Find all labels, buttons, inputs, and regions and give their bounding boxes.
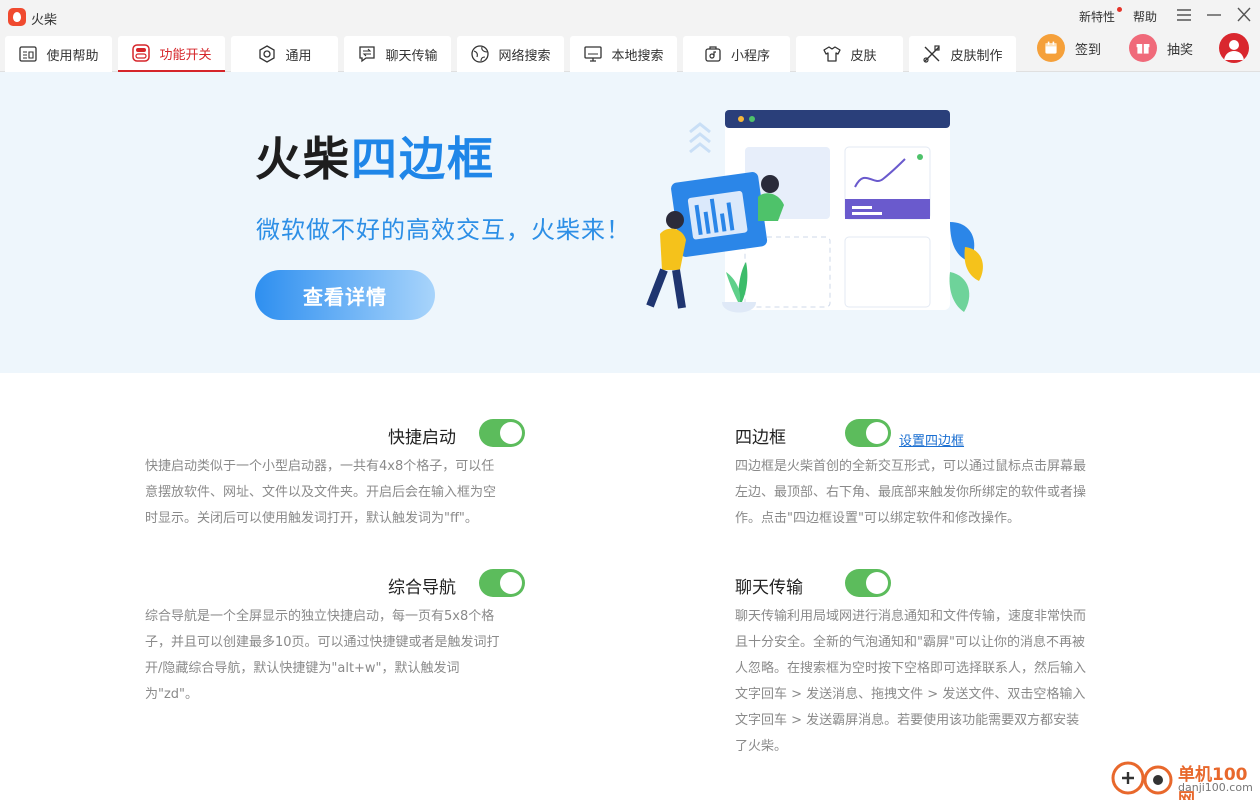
tab-general[interactable]: 通用 <box>231 36 338 72</box>
description-line: 文字回车 > 发送消息、拖拽文件 > 发送文件、双击空格输入 <box>735 687 1086 702</box>
tab-label: 皮肤 <box>850 48 877 64</box>
description-line: 左边、最顶部、右下角、最底部来触发你所绑定的软件或者操 <box>735 485 1087 500</box>
description-line: 人忽略。在搜索框为空时按下空格即可选择联系人，然后输入 <box>735 661 1087 676</box>
description-line: 且十分安全。全新的气泡通知和"霸屏"可以让你的消息不再被 <box>735 635 1085 650</box>
tab-skin[interactable]: 皮肤 <box>796 36 903 72</box>
description-line: 聊天传输利用局域网进行消息通知和文件传输，速度非常快而 <box>735 609 1087 624</box>
description-line: 为"zd"。 <box>145 687 199 702</box>
new-features-link[interactable]: 新特性 <box>1079 8 1115 25</box>
minimize-icon[interactable] <box>1204 6 1224 24</box>
headline-dark: 火柴 <box>255 132 351 186</box>
toggle-knob <box>866 422 888 444</box>
tab-label: 网络搜索 <box>498 48 551 64</box>
description-line: 了火柴。 <box>735 739 788 754</box>
lottery-label: 抽奖 <box>1167 42 1194 58</box>
description-line: 子，并且可以创建最多10页。可以通过快捷键或者是触发词打 <box>145 635 500 650</box>
description-line: 综合导航是一个全屏显示的独立快捷启动，每一页有5x8个格 <box>145 609 495 624</box>
toggle-knob <box>866 572 888 594</box>
four-edge-toggle[interactable] <box>845 419 891 447</box>
calendar-icon <box>1037 34 1065 62</box>
app-window: 火柴 新特性 帮助 使用帮助 功能开关 通用 聊天传输 网络搜索 本地搜索 小程… <box>0 0 1260 800</box>
close-icon[interactable] <box>1234 6 1254 24</box>
description-line: 开/隐藏综合导航，默认快捷键为"alt+w"，默认触发词 <box>145 661 460 676</box>
quick-launch-toggle[interactable] <box>479 419 525 447</box>
tab-mini-program[interactable]: 小程序 <box>683 36 790 72</box>
tab-chat-transfer[interactable]: 聊天传输 <box>344 36 451 72</box>
globe-icon <box>470 44 490 64</box>
description-line: 四边框是火柴首创的全新交互形式，可以通过鼠标点击屏幕最 <box>735 459 1087 474</box>
four-edge-description: 四边框是火柴首创的全新交互形式，可以通过鼠标点击屏幕最 左边、最顶部、右下角、最… <box>735 454 1086 532</box>
quick-launch-description: 快捷启动类似于一个小型启动器，一共有4x8个格子，可以任 意摆放软件、网址、文件… <box>145 454 496 532</box>
new-badge-dot <box>1117 7 1122 12</box>
chat-transfer-title: 聊天传输 <box>735 578 803 598</box>
quick-launch-title: 快捷启动 <box>388 428 456 448</box>
promo-banner: 火柴四边框 微软做不好的高效交互，火柴来！ 查看详情 <box>0 72 1260 373</box>
gift-icon <box>1129 34 1157 62</box>
tab-local-search[interactable]: 本地搜索 <box>570 36 677 72</box>
description-line: 快捷启动类似于一个小型启动器，一共有4x8个格子，可以任 <box>145 459 495 474</box>
help-link[interactable]: 帮助 <box>1133 8 1157 25</box>
tshirt-icon <box>822 44 842 64</box>
title-bar: 火柴 新特性 帮助 <box>0 0 1260 34</box>
description-line: 文字回车 > 发送霸屏消息。若要使用该功能需要双方都安装 <box>735 713 1080 728</box>
tab-feature-toggles[interactable]: 功能开关 <box>118 36 225 72</box>
banner-subline: 微软做不好的高效交互，火柴来！ <box>256 216 631 244</box>
tab-label: 聊天传输 <box>385 48 438 64</box>
mini-program-icon <box>703 44 723 64</box>
configure-four-edge-link[interactable]: 设置四边框 <box>899 430 964 449</box>
tools-icon <box>922 44 942 64</box>
tab-label: 通用 <box>285 48 312 64</box>
toggle-knob <box>500 422 522 444</box>
watermark-url: danji100.com <box>1178 781 1253 794</box>
hexagon-settings-icon <box>257 44 277 64</box>
navigation-toggle[interactable] <box>479 569 525 597</box>
chat-transfer-description: 聊天传输利用局域网进行消息通知和文件传输，速度非常快而 且十分安全。全新的气泡通… <box>735 604 1086 760</box>
tab-strip: 使用帮助 功能开关 通用 聊天传输 网络搜索 本地搜索 小程序 皮肤 皮肤制作 … <box>0 33 1260 72</box>
description-line: 作。点击"四边框设置"可以绑定软件和修改操作。 <box>735 511 1020 526</box>
tab-web-search[interactable]: 网络搜索 <box>457 36 564 72</box>
description-line: 意摆放软件、网址、文件以及文件夹。开启后会在输入框为空 <box>145 485 497 500</box>
chat-transfer-toggle[interactable] <box>845 569 891 597</box>
view-details-button[interactable]: 查看详情 <box>255 270 435 320</box>
tab-usage-help[interactable]: 使用帮助 <box>5 36 112 72</box>
four-edge-title: 四边框 <box>735 428 786 448</box>
menu-icon[interactable] <box>1174 6 1194 24</box>
app-title: 火柴 <box>31 13 58 28</box>
lottery-button[interactable]: 抽奖 <box>1129 33 1193 63</box>
toggle-knob <box>500 572 522 594</box>
watermark-name: 单机100网 <box>1178 765 1248 800</box>
banner-headline: 火柴四边框 <box>255 132 495 186</box>
navigation-description: 综合导航是一个全屏显示的独立快捷启动，每一页有5x8个格 子，并且可以创建最多1… <box>145 604 500 708</box>
app-logo-icon <box>8 8 26 26</box>
checkin-button[interactable]: 签到 <box>1037 33 1101 63</box>
tab-label: 本地搜索 <box>611 48 664 64</box>
user-avatar-icon[interactable] <box>1219 33 1249 63</box>
chat-transfer-icon <box>357 44 377 64</box>
toggle-switch-icon <box>131 43 151 63</box>
description-line: 时显示。关闭后可以使用触发词打开，默认触发词为"ff"。 <box>145 511 478 526</box>
tab-label: 使用帮助 <box>46 48 99 64</box>
banner-illustration <box>646 110 983 313</box>
navigation-title: 综合导航 <box>388 578 456 598</box>
help-doc-icon <box>18 44 38 64</box>
tab-skin-make[interactable]: 皮肤制作 <box>909 36 1016 72</box>
tab-label: 皮肤制作 <box>950 48 1003 64</box>
monitor-icon <box>583 44 603 64</box>
tab-label: 小程序 <box>730 48 770 64</box>
tab-label: 功能开关 <box>159 47 212 63</box>
headline-blue: 四边框 <box>351 132 495 186</box>
checkin-label: 签到 <box>1075 42 1102 58</box>
